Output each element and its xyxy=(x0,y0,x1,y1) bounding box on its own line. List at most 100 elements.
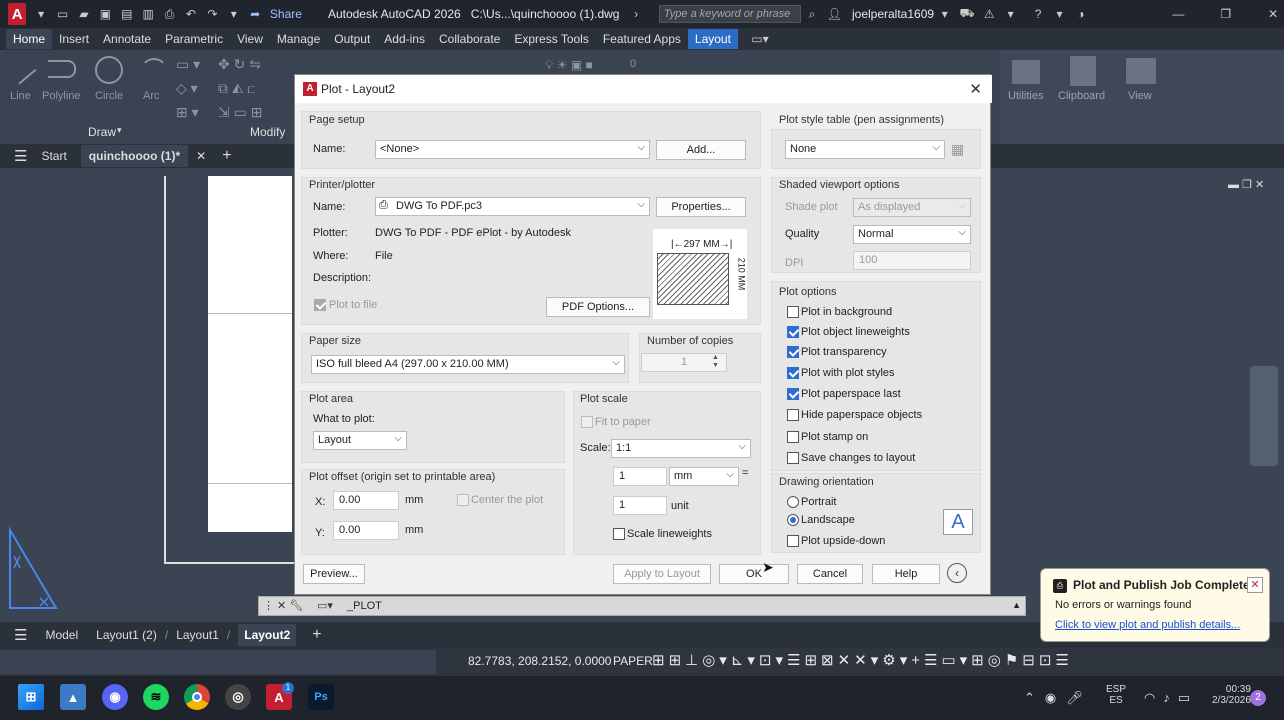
menu-icon[interactable]: ☰ xyxy=(14,626,27,644)
dropdown-icon[interactable]: ▾ xyxy=(34,7,47,21)
windows-start-icon[interactable]: ⊞ xyxy=(18,684,44,710)
plot-option-checkbox[interactable] xyxy=(787,306,799,318)
status-tools-icons[interactable]: ⊞⊞⊥◎▾⊾▾⊡▾☰⊞⊠✕✕▾⚙▾+☰▭▾⊞◎⚑⊟⊡☰ xyxy=(652,651,1073,669)
tab-parametric[interactable]: Parametric xyxy=(158,29,230,49)
scale-select[interactable]: 1:1 ⌵ xyxy=(611,439,751,458)
tool-line[interactable]: Line xyxy=(10,90,31,102)
search-input[interactable]: Type a keyword or phrase xyxy=(658,5,802,23)
circle-icon[interactable] xyxy=(95,56,123,84)
account-icon[interactable]: ⚠ xyxy=(983,7,996,21)
tab-home[interactable]: Home xyxy=(6,29,53,49)
what-to-plot-select[interactable]: Layout ⌵ xyxy=(313,431,407,450)
tab-layout2[interactable]: Layout2 xyxy=(238,624,297,646)
layer-value[interactable]: 0 xyxy=(630,58,636,70)
portrait-radio[interactable] xyxy=(787,496,799,508)
scale-paper-input[interactable]: 1 xyxy=(613,467,667,486)
edit-style-icon[interactable]: ▦ xyxy=(951,141,964,158)
tab-insert[interactable]: Insert xyxy=(52,29,96,49)
utilities-label[interactable]: Utilities xyxy=(1008,90,1043,102)
ok-button[interactable]: OK xyxy=(719,564,789,584)
help-icon[interactable]: ? xyxy=(1031,7,1044,21)
language-indicator[interactable]: ESP ES xyxy=(1106,684,1126,706)
tab-layout1[interactable]: Layout1 xyxy=(176,628,219,642)
clipboard-icon[interactable] xyxy=(1070,56,1096,86)
save-icon[interactable]: ▣ xyxy=(99,7,112,21)
open-folder-icon[interactable]: ▰ xyxy=(77,7,90,21)
share-icon[interactable]: ➦ xyxy=(249,7,262,21)
tab-collaborate[interactable]: Collaborate xyxy=(432,29,507,49)
draw-more-icon[interactable]: ⊞ ▾ xyxy=(176,104,199,121)
tab-output[interactable]: Output xyxy=(327,29,377,49)
view-label[interactable]: View xyxy=(1128,90,1152,102)
printer-name-select[interactable]: ⎙ DWG To PDF.pc3 ⌵ xyxy=(375,197,650,216)
dropdown-icon[interactable]: ▾ xyxy=(1004,7,1017,21)
tray-icons[interactable]: ⌃◉🎤︎ xyxy=(1024,690,1093,706)
pdf-options-button[interactable]: PDF Options... xyxy=(546,297,650,317)
edge-icon[interactable]: ◑ xyxy=(1074,7,1087,21)
tab-addins[interactable]: Add-ins xyxy=(377,29,432,49)
tab-express-tools[interactable]: Express Tools xyxy=(507,29,595,49)
plot-option-checkbox[interactable] xyxy=(787,388,799,400)
command-line[interactable]: ⋮ ✕ 🔧︎ ▭▾ _PLOT ▲ xyxy=(258,596,1026,616)
tool-polyline[interactable]: Polyline xyxy=(42,90,81,102)
paper-space-toggle[interactable]: PAPER xyxy=(613,654,653,668)
restore-icon[interactable]: ❐ xyxy=(1219,7,1232,21)
add-tab-icon[interactable]: + xyxy=(222,147,231,165)
plot-to-file-checkbox[interactable] xyxy=(314,299,326,311)
move-icon[interactable]: ✥ ↻ ⇋ xyxy=(218,56,261,73)
page-setup-name-select[interactable]: <None> ⌵ xyxy=(375,140,650,159)
save-as-icon[interactable]: ▤ xyxy=(120,7,133,21)
chevron-down-icon[interactable]: ▾ xyxy=(938,7,951,21)
tab-start[interactable]: Start xyxy=(41,149,66,163)
properties-button[interactable]: Properties... xyxy=(656,197,746,217)
close-tab-icon[interactable]: ✕ xyxy=(196,149,206,163)
print-icon[interactable]: ⎙ xyxy=(163,7,176,21)
new-file-icon[interactable]: ▭ xyxy=(56,7,69,21)
stretch-icon[interactable]: ⇲ ▭ ⊞ xyxy=(218,104,262,121)
style-table-select[interactable]: None ⌵ xyxy=(785,140,945,159)
minimize-icon[interactable]: — xyxy=(1172,7,1185,21)
customize-icon[interactable]: ▾ xyxy=(227,7,240,21)
discord-icon[interactable]: ◉ xyxy=(102,684,128,710)
plot-option-checkbox[interactable] xyxy=(787,367,799,379)
clipboard-label[interactable]: Clipboard xyxy=(1058,90,1105,102)
view-icon[interactable] xyxy=(1126,58,1156,84)
tool-arc[interactable]: Arc xyxy=(143,90,160,102)
plot-option-checkbox[interactable] xyxy=(787,409,799,421)
save-web-icon[interactable]: ▥ xyxy=(141,7,154,21)
help-button[interactable]: Help xyxy=(872,564,940,584)
quality-select[interactable]: Normal ⌵ xyxy=(853,225,971,244)
tab-view[interactable]: View xyxy=(230,29,270,49)
ribbon-options-icon[interactable]: ▭▾ xyxy=(751,32,768,46)
tab-model[interactable]: Model xyxy=(45,628,78,642)
tab-active-drawing[interactable]: quinchoooo (1)* xyxy=(80,145,189,167)
photos-icon[interactable]: ▲ xyxy=(60,684,86,710)
notification-badge[interactable]: 2 xyxy=(1250,690,1266,706)
photoshop-icon[interactable]: Ps xyxy=(308,684,334,710)
tab-layout[interactable]: Layout xyxy=(687,29,738,49)
line-icon[interactable] xyxy=(5,53,37,85)
close-icon[interactable]: ✕ xyxy=(1266,7,1279,21)
tab-annotate[interactable]: Annotate xyxy=(96,29,158,49)
scale-lineweights-checkbox[interactable] xyxy=(613,528,625,540)
menu-icon[interactable]: ☰ xyxy=(14,147,27,165)
share-button[interactable]: Share xyxy=(270,7,302,21)
center-plot-checkbox[interactable] xyxy=(457,494,469,506)
dialog-close-icon[interactable]: ✕ xyxy=(969,80,982,98)
cart-icon[interactable]: ⛟ xyxy=(959,6,974,21)
viewport-controls-icon[interactable]: ▬ ❐ ✕ xyxy=(1228,178,1264,191)
notification-link[interactable]: Click to view plot and publish details..… xyxy=(1055,619,1240,631)
preview-button[interactable]: Preview... xyxy=(303,564,365,584)
polyline-icon[interactable] xyxy=(48,60,76,78)
panel-modify-label[interactable]: Modify xyxy=(250,125,285,139)
command-history-icon[interactable]: ▲ xyxy=(1012,600,1021,610)
offset-y-input[interactable]: 0.00 xyxy=(333,521,399,540)
scale-drawing-input[interactable]: 1 xyxy=(613,496,667,515)
user-name[interactable]: joelperalta1609 xyxy=(852,7,934,21)
offset-x-input[interactable]: 0.00 xyxy=(333,491,399,510)
copy-icon[interactable]: ⧉ ◭ ⊏ xyxy=(218,80,255,97)
copies-stepper-icon[interactable]: ▲ ▼ xyxy=(712,354,719,370)
notification-close-icon[interactable]: ✕ xyxy=(1247,577,1263,593)
panel-draw-label[interactable]: Draw xyxy=(88,125,116,139)
draw-expand-icon[interactable]: ▾ xyxy=(117,125,122,136)
